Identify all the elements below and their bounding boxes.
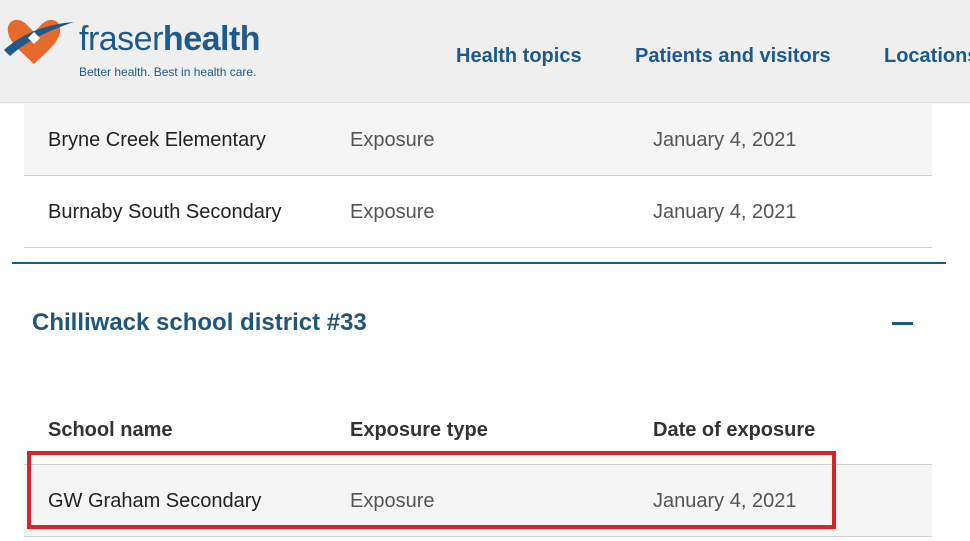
section-title[interactable]: Chilliwack school district #33: [32, 308, 367, 338]
school-name-cell: Burnaby South Secondary: [48, 201, 282, 223]
site-header: fraserhealth Better health. Best in heal…: [0, 0, 970, 102]
column-header-exposure-type: Exposure type: [350, 419, 488, 441]
exposure-type-cell: Exposure: [350, 129, 435, 151]
section-divider: [12, 262, 946, 264]
nav-patients-and-visitors[interactable]: Patients and visitors: [635, 44, 831, 68]
table-row: Burnaby South Secondary Exposure January…: [24, 176, 932, 248]
minus-icon: [892, 322, 913, 325]
nav-locations[interactable]: Locations: [884, 44, 970, 68]
exposure-date-cell: January 4, 2021: [653, 490, 797, 512]
column-header-school-name: School name: [48, 419, 173, 441]
school-name-cell: Bryne Creek Elementary: [48, 129, 266, 151]
table-header: School name Exposure type Date of exposu…: [24, 392, 932, 465]
table-row: GW Graham Secondary Exposure January 4, …: [24, 465, 932, 537]
collapse-button[interactable]: [890, 312, 916, 334]
school-name-cell: GW Graham Secondary: [48, 490, 262, 512]
main-nav: Health topics Patients and visitors Loca…: [0, 44, 970, 70]
page: fraserhealth Better health. Best in heal…: [0, 0, 970, 541]
column-header-date-of-exposure: Date of exposure: [653, 419, 816, 441]
exposure-type-cell: Exposure: [350, 201, 435, 223]
exposure-type-cell: Exposure: [350, 490, 435, 512]
nav-health-topics[interactable]: Health topics: [456, 44, 582, 68]
exposure-date-cell: January 4, 2021: [653, 201, 797, 223]
exposure-date-cell: January 4, 2021: [653, 129, 797, 151]
table-row: Bryne Creek Elementary Exposure January …: [24, 104, 932, 176]
